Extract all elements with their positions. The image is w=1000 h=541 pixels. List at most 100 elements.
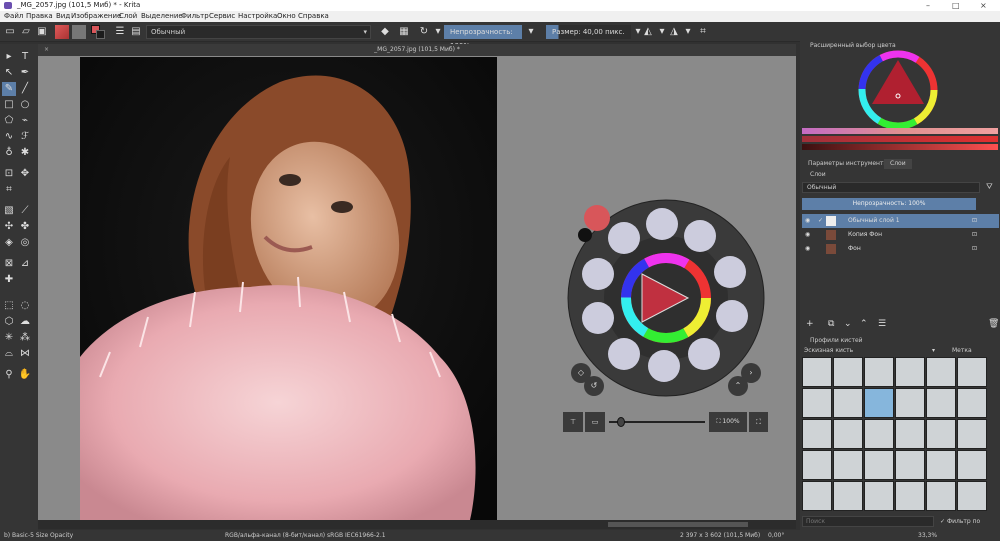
hue-slider[interactable]	[802, 128, 998, 134]
brush-slot-8[interactable]	[582, 302, 614, 334]
brush-slot-4[interactable]	[716, 300, 748, 332]
brush-preset[interactable]	[957, 357, 987, 387]
menu-settings[interactable]: Настройка	[238, 11, 277, 22]
tag-label[interactable]: Метка	[952, 346, 972, 356]
brush-preset[interactable]	[895, 450, 925, 480]
close-icon[interactable]: ×	[980, 0, 987, 11]
brush-preset[interactable]	[802, 419, 832, 449]
brush-slot-6[interactable]	[648, 350, 680, 382]
edit-shapes-icon[interactable]: ↖	[2, 66, 16, 80]
crop-icon[interactable]: ⌗	[697, 26, 709, 38]
brush-preset[interactable]	[802, 481, 832, 511]
brush-slot-7[interactable]	[608, 338, 640, 370]
brush-preset[interactable]	[802, 388, 832, 418]
brush-preset[interactable]	[926, 388, 956, 418]
gradient-swatch[interactable]	[55, 25, 69, 39]
brush-preset[interactable]	[802, 357, 832, 387]
current-tag[interactable]: Эскизная кисть	[804, 346, 853, 356]
text-tool-icon[interactable]: T	[18, 50, 32, 64]
chevron-down-icon[interactable]: ▾	[656, 26, 668, 38]
bezier-select-icon[interactable]: ⌓	[2, 347, 16, 361]
brush-settings-icon[interactable]: ▤	[130, 26, 142, 38]
clear-canvas-icon[interactable]: ▭	[585, 412, 605, 432]
move-down-icon[interactable]: ⌄	[844, 318, 852, 330]
lock-icon[interactable]: ⊡	[972, 242, 977, 256]
menu-select[interactable]: Выделение	[141, 11, 183, 22]
fill-tool-icon[interactable]: ◈	[2, 236, 16, 250]
brush-preset[interactable]	[957, 388, 987, 418]
ellipse-select-icon[interactable]: ◌	[18, 299, 32, 313]
eraser-icon[interactable]: ◆	[379, 26, 391, 38]
menu-file[interactable]: Файл	[4, 11, 23, 22]
gradient-tool-icon[interactable]: ▧	[2, 204, 16, 218]
menu-view[interactable]: Вид	[56, 11, 70, 22]
brush-preset[interactable]	[833, 450, 863, 480]
document-tab-title[interactable]: _MG_2057.jpg (101,5 Миб) *	[374, 46, 460, 53]
brush-preset[interactable]	[833, 419, 863, 449]
delete-layer-icon[interactable]: 🗑	[988, 318, 999, 330]
colorize-mask-icon[interactable]: ✣	[2, 220, 16, 234]
freehand-brush-icon[interactable]: ✎	[2, 82, 16, 96]
zoom-slider-handle[interactable]	[617, 417, 625, 427]
eye-icon[interactable]: ◉	[805, 214, 810, 228]
transform-tool-icon[interactable]: ⊡	[2, 167, 16, 181]
crop-tool-icon[interactable]: ⌗	[2, 183, 16, 197]
color-wheel-selector[interactable]	[858, 50, 938, 130]
move-tool-icon[interactable]: ✥	[18, 167, 32, 181]
horizontal-scrollbar[interactable]	[38, 520, 796, 529]
magnetic-select-icon[interactable]: ⋈	[18, 347, 32, 361]
value-slider[interactable]	[802, 144, 998, 150]
opacity-slider[interactable]: Непрозрачность: 100%	[444, 25, 522, 50]
status-brush[interactable]: b) Basic-5 Size Opacity	[4, 530, 73, 541]
background-color-swatch[interactable]	[96, 30, 105, 39]
brush-preset[interactable]	[864, 357, 894, 387]
fit-width-icon[interactable]: ⊤	[563, 412, 583, 432]
reference-tool-icon[interactable]: ✚	[2, 273, 16, 287]
dynamic-brush-icon[interactable]: ♁	[2, 146, 16, 160]
layer-properties-icon[interactable]: ☰	[878, 318, 886, 330]
layer-row[interactable]: ◉ Копия Фон ⊡	[802, 228, 999, 242]
freehand-select-icon[interactable]: ☁	[18, 315, 32, 329]
brush-slot-5[interactable]	[688, 338, 720, 370]
save-icon[interactable]: ▣	[36, 26, 48, 38]
menu-window[interactable]: Окно	[277, 11, 296, 22]
enclose-fill-icon[interactable]: ◎	[18, 236, 32, 250]
popup-palette[interactable]: ◇ ↺ › ⌃	[566, 198, 766, 398]
rect-select-icon[interactable]: ⬚	[2, 299, 16, 313]
brush-preset[interactable]	[957, 419, 987, 449]
bezier-tool-icon[interactable]: ∿	[2, 130, 16, 144]
menu-help[interactable]: Справка	[298, 11, 329, 22]
lock-icon[interactable]: ⊡	[972, 214, 977, 228]
freehand-path-icon[interactable]: ℱ	[18, 130, 32, 144]
mirror-vertical-icon[interactable]: ◮	[668, 26, 680, 38]
brush-slot-10[interactable]	[608, 222, 640, 254]
brush-preset[interactable]	[895, 388, 925, 418]
brush-preset[interactable]	[864, 388, 894, 418]
brush-preset[interactable]	[895, 357, 925, 387]
brush-preset[interactable]	[895, 481, 925, 511]
popup-fg-color[interactable]	[584, 205, 610, 231]
popup-bg-color[interactable]	[578, 228, 592, 242]
menu-tools[interactable]: Сервис	[209, 11, 235, 22]
lock-icon[interactable]: ⊡	[972, 228, 977, 242]
zoom-tool-icon[interactable]: ⚲	[2, 368, 16, 382]
brush-preset[interactable]	[926, 419, 956, 449]
layer-row[interactable]: ◉ ✓ Обычный слой 1 ⊡	[802, 214, 999, 228]
multibrush-icon[interactable]: ✱	[18, 146, 32, 160]
chevron-up-icon[interactable]: ⌃	[728, 376, 748, 396]
move-up-icon[interactable]: ⌃	[860, 318, 868, 330]
brush-preset[interactable]	[864, 481, 894, 511]
blend-mode-select[interactable]: Обычный ▾	[146, 25, 371, 39]
chevron-down-icon[interactable]: ▾	[932, 346, 935, 356]
tab-layers[interactable]: Слои	[884, 159, 912, 169]
brush-preset[interactable]	[833, 357, 863, 387]
measure-tool-icon[interactable]: ⊿	[18, 257, 32, 271]
pattern-swatch[interactable]	[72, 25, 86, 39]
filter-by-tag-checkbox[interactable]: ✓ Фильтр по метке	[940, 516, 998, 536]
eye-icon[interactable]: ◉	[805, 228, 810, 242]
maximize-icon[interactable]: □	[952, 0, 960, 11]
assistant-tool-icon[interactable]: ⊠	[2, 257, 16, 271]
layer-row[interactable]: ◉ Фон ⊡	[802, 242, 999, 256]
brush-preset[interactable]	[926, 481, 956, 511]
smart-patch-icon[interactable]: ✤	[18, 220, 32, 234]
